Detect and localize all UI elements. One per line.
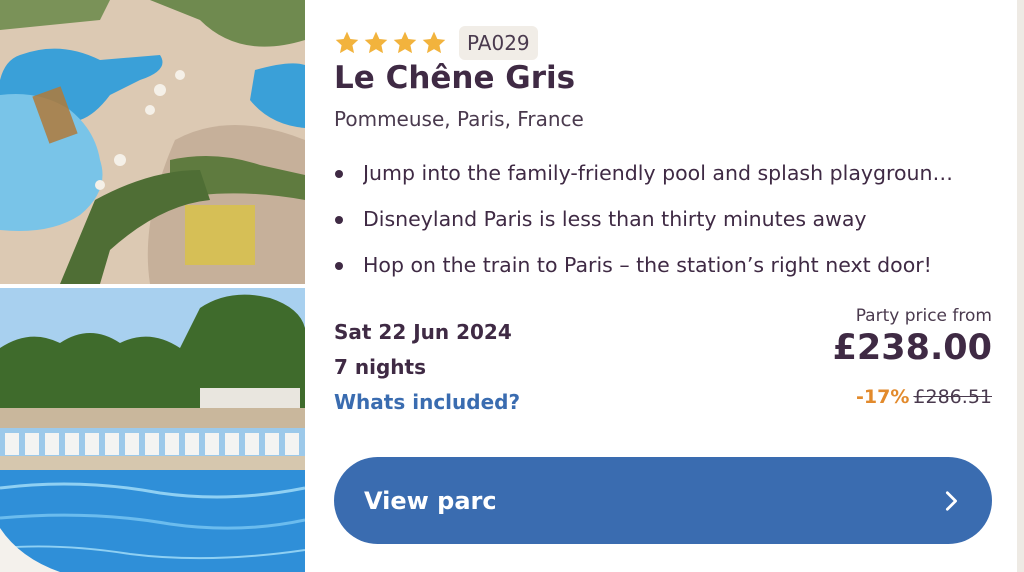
listing-info: PA029 Le Chêne Gris Pommeuse, Paris, Fra… — [334, 0, 994, 572]
bullet-icon — [335, 170, 343, 178]
discount-percent: -17% — [856, 386, 910, 408]
highlight-item: Jump into the family-friendly pool and s… — [334, 158, 994, 204]
highlights-list: Jump into the family-friendly pool and s… — [334, 158, 994, 296]
highlight-item: Hop on the train to Paris – the station’… — [334, 250, 994, 296]
highlight-text: Hop on the train to Paris – the station’… — [363, 253, 932, 277]
view-parc-button[interactable]: View parc — [334, 457, 992, 544]
star-icon — [364, 31, 388, 54]
star-icon — [335, 31, 359, 54]
view-parc-label: View parc — [364, 486, 497, 515]
discount-row: -17% £286.51 — [856, 386, 992, 408]
price-label: Party price from — [855, 306, 992, 326]
highlight-text: Disneyland Paris is less than thirty min… — [363, 207, 867, 231]
party-price: £238.00 — [832, 328, 992, 368]
star-icon — [393, 31, 417, 54]
star-rating — [334, 30, 447, 56]
original-price: £286.51 — [913, 386, 992, 408]
arrival-date: Sat 22 Jun 2024 — [334, 320, 512, 344]
whats-included-link[interactable]: Whats included? — [334, 390, 520, 414]
stay-duration: 7 nights — [334, 355, 426, 379]
listing-card: PA029 Le Chêne Gris Pommeuse, Paris, Fra… — [0, 0, 1024, 572]
aerial-pool-photo[interactable] — [0, 0, 305, 284]
pool-loungers-photo[interactable] — [0, 288, 305, 572]
chevron-right-icon — [945, 490, 957, 511]
highlight-item: Disneyland Paris is less than thirty min… — [334, 204, 994, 250]
highlight-text: Jump into the family-friendly pool and s… — [363, 161, 954, 185]
park-code-badge: PA029 — [459, 26, 538, 60]
bullet-icon — [335, 216, 343, 224]
page-background-edge — [1017, 0, 1024, 572]
star-icon — [422, 31, 446, 54]
bullet-icon — [335, 262, 343, 270]
park-name: Le Chêne Gris — [334, 60, 576, 96]
park-location: Pommeuse, Paris, France — [334, 107, 584, 131]
rating-row: PA029 — [334, 26, 538, 60]
